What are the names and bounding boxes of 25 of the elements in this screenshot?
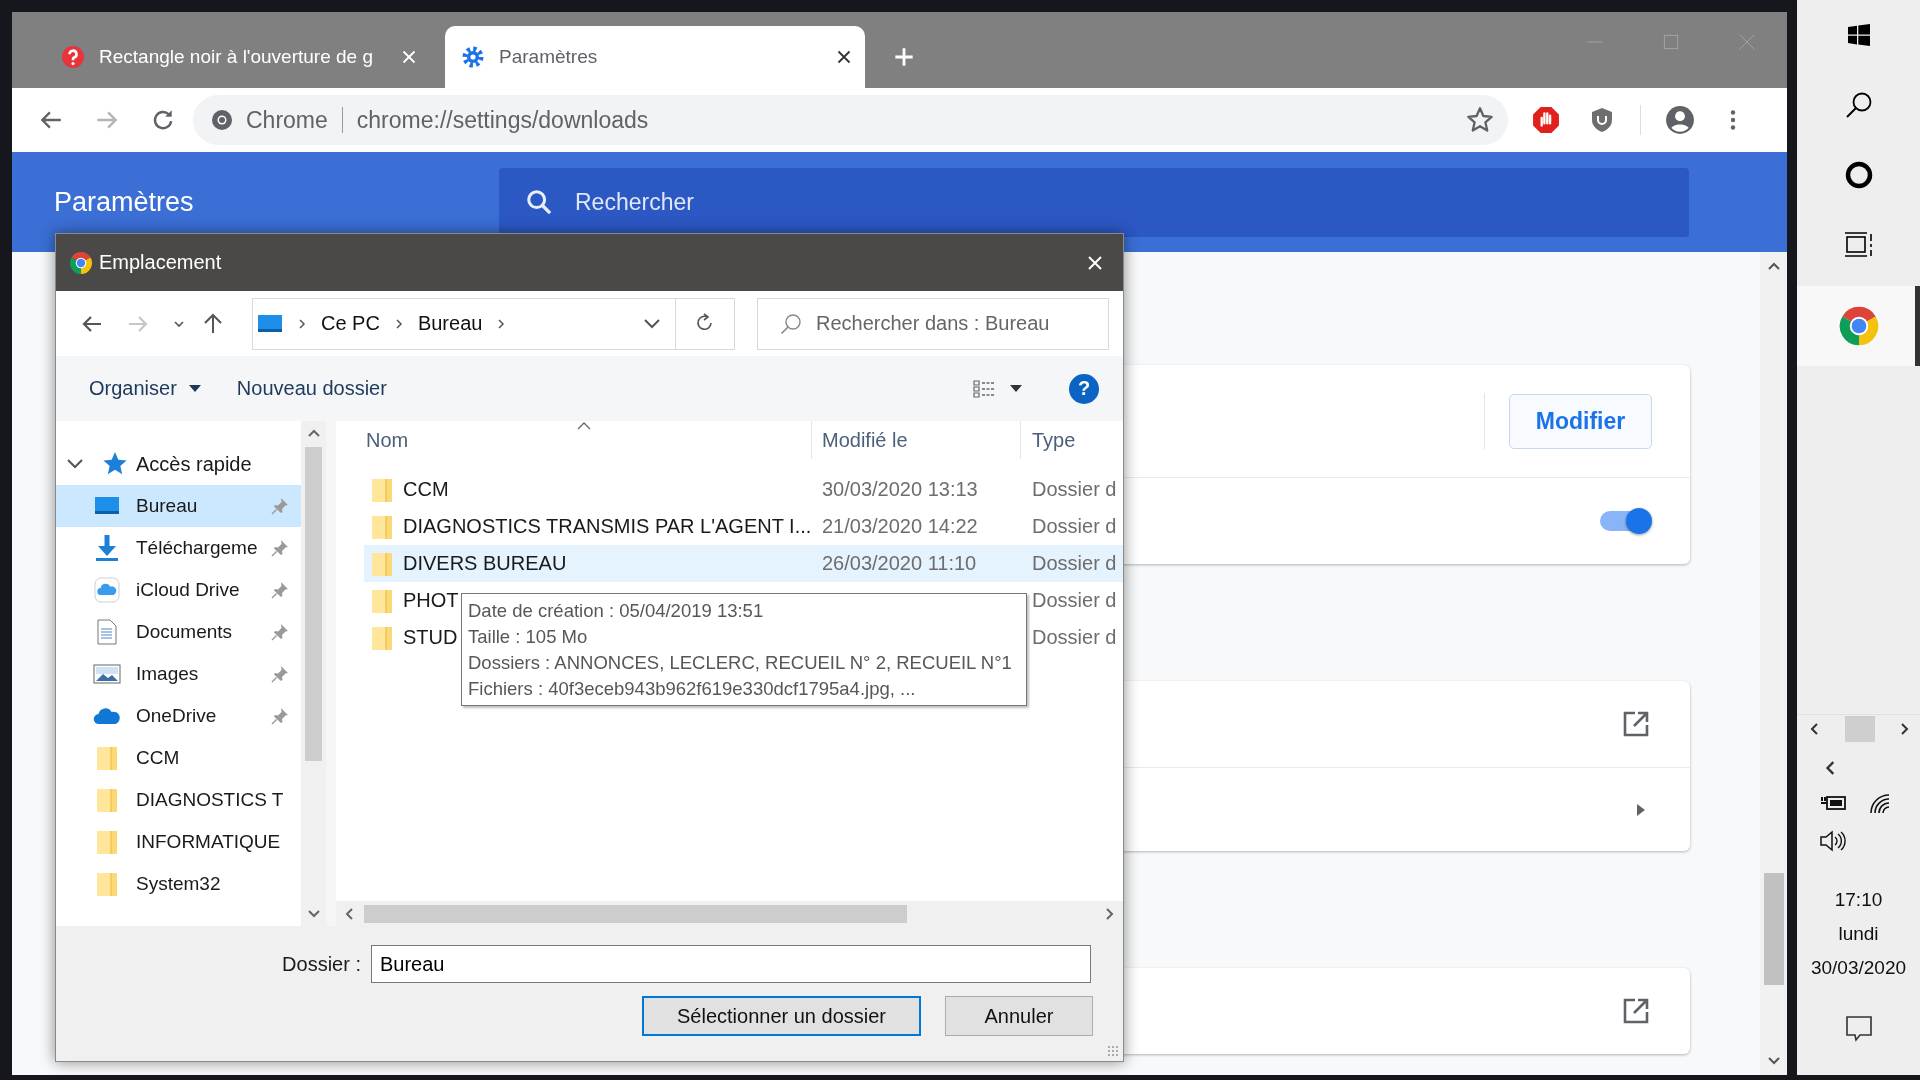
modified-date: 21/03/2020 14:22: [822, 515, 978, 537]
clock-date: 30/03/2020: [1809, 956, 1908, 980]
site-label: Chrome: [246, 107, 343, 133]
file-type: Dossier d: [1032, 515, 1117, 537]
modified-date: 30/03/2020 13:13: [822, 478, 978, 500]
tooltip-line: Date de création : 05/04/2019 13:51: [468, 599, 765, 623]
file-name: STUD: [403, 626, 458, 649]
dialog-title: Emplacement: [99, 251, 223, 274]
url-text: chrome://settings/downloads: [356, 106, 650, 134]
file-type: Dossier d: [1032, 478, 1117, 500]
file-name: DIAGNOSTICS TRANSMIS PAR L'AGENT I...: [403, 515, 812, 538]
clock-day: lundi: [1797, 917, 1920, 951]
clock-time: 17:10: [1833, 888, 1884, 912]
file-type: Dossier d: [1032, 552, 1117, 574]
tooltip-line: Fichiers : 40f3eceb943b962f619e330dcf1795a4.jpg, ...: [468, 677, 917, 701]
file-name: PHOT: [403, 589, 459, 612]
tooltip-line: Taille : 105 Mo: [468, 625, 589, 649]
file-type: Dossier d: [1032, 589, 1117, 611]
tooltip-line: Dossiers : ANNONCES, LECLERC, RECUEIL N° 2, RECUEIL N°1: [468, 651, 1013, 675]
file-name: DIVERS BUREAU: [403, 552, 567, 575]
modified-date: 26/03/2020 11:10: [822, 552, 977, 574]
file-name: CCM: [403, 478, 449, 501]
page-title: Paramètres: [54, 186, 195, 218]
field-label: Dossier :: [281, 952, 361, 976]
file-type: Dossier d: [1032, 626, 1117, 648]
